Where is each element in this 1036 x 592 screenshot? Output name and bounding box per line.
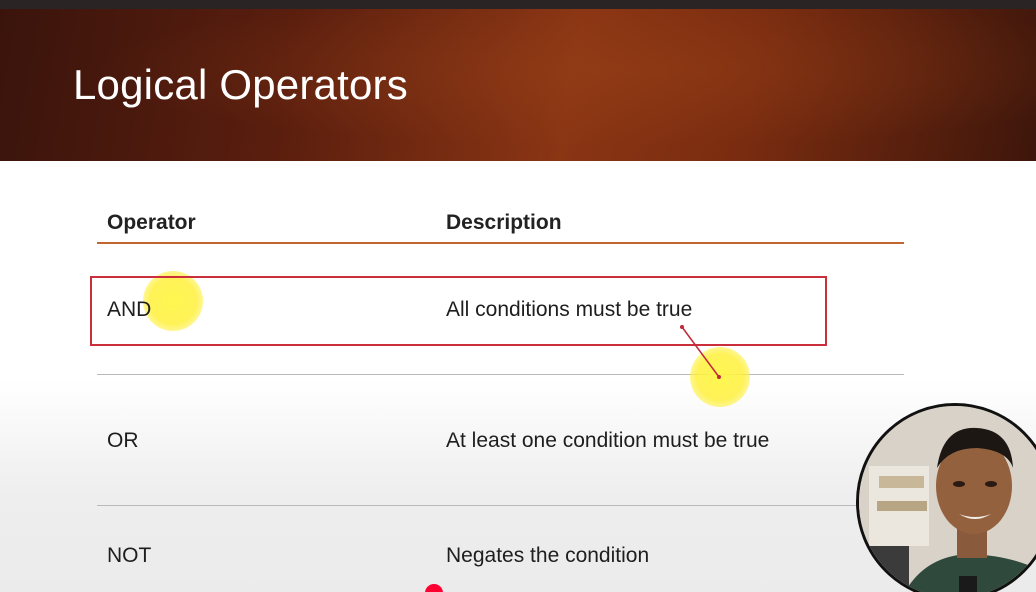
slide: Logical Operators Operator Description A… <box>0 0 1036 592</box>
presenter-avatar-icon <box>859 406 1036 592</box>
